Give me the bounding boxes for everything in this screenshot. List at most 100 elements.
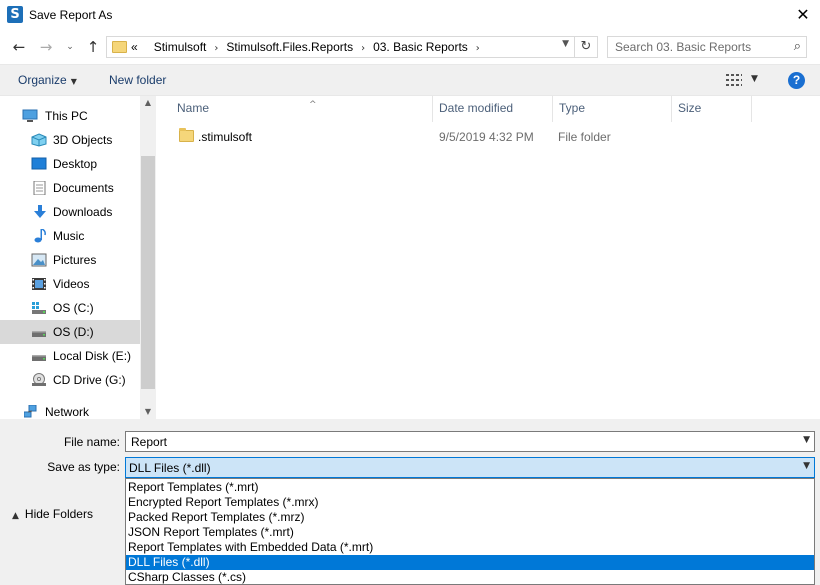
os-drive-icon [32, 302, 46, 314]
chevron-right-icon[interactable]: › [214, 43, 218, 54]
organize-label: Organize [18, 73, 67, 87]
refresh-button[interactable]: ↻ [575, 36, 598, 58]
forward-button[interactable]: → [35, 36, 57, 58]
help-button[interactable]: ? [788, 72, 805, 89]
sidebar-item-label: Downloads [53, 205, 113, 219]
file-list: Name ^ Date modified Type Size .stimulso… [158, 96, 820, 419]
savetype-dropdown-list: Report Templates (*.mrt) Encrypted Repor… [125, 478, 815, 585]
navigation-pane: This PC 3D Objects Desktop Documents Dow… [0, 96, 156, 419]
breadcrumb-item[interactable]: Stimulsoft [154, 40, 207, 54]
navigation-pane-scrollbar[interactable]: ▲ ▼ [140, 96, 156, 419]
dropdown-option-selected[interactable]: DLL Files (*.dll) [126, 555, 814, 570]
sidebar-item-label: Music [53, 229, 85, 243]
title-bar: S Save Report As ✕ [0, 0, 820, 30]
sidebar-item-label: Local Disk (E:) [53, 349, 132, 363]
file-date-modified: 9/5/2019 4:32 PM [439, 130, 534, 144]
sidebar-item-music[interactable]: Music [0, 224, 140, 248]
sidebar-item-label: Documents [53, 181, 114, 195]
sort-ascending-icon: ^ [309, 100, 317, 110]
back-button[interactable]: ← [8, 36, 30, 58]
chevron-down-icon[interactable]: ▼ [803, 461, 810, 471]
up-one-level-button[interactable]: ↑ [82, 36, 104, 58]
filename-value: Report [131, 435, 168, 449]
sidebar-item-label: Videos [53, 277, 90, 291]
sidebar-item-label: CD Drive (G:) [53, 373, 126, 387]
recent-locations-chevron-icon[interactable]: ⌄ [63, 36, 77, 58]
savetype-label: Save as type: [47, 460, 120, 474]
savetype-value: DLL Files (*.dll) [129, 461, 211, 475]
breadcrumb-item[interactable]: 03. Basic Reports [373, 40, 468, 54]
sidebar-item-label: Pictures [53, 253, 97, 267]
dropdown-option[interactable]: Report Templates (*.mrt) [126, 480, 814, 495]
column-header-type[interactable]: Type [553, 96, 672, 122]
sidebar-item-label: Network [45, 405, 90, 419]
window-title: Save Report As [29, 8, 113, 22]
filename-field[interactable]: Report ▼ [125, 431, 815, 452]
downloads-icon [34, 205, 46, 218]
sidebar-item-this-pc[interactable]: This PC [0, 104, 140, 128]
breadcrumb-overflow[interactable]: « [131, 40, 138, 54]
sidebar-item-3d-objects[interactable]: 3D Objects [0, 128, 140, 152]
sidebar-item-os-d[interactable]: OS (D:) [0, 320, 140, 344]
dropdown-option[interactable]: JSON Report Templates (*.mrt) [126, 525, 814, 540]
chevron-right-icon[interactable]: › [361, 43, 365, 54]
chevron-down-icon[interactable]: ▼ [803, 435, 810, 445]
pictures-icon [31, 253, 47, 267]
drive-icon [32, 355, 46, 361]
breadcrumb-item[interactable]: Stimulsoft.Files.Reports [226, 40, 353, 54]
sidebar-item-label: Desktop [53, 157, 98, 171]
dropdown-option[interactable]: CSharp Classes (*.cs) [126, 570, 814, 585]
3d-objects-icon [31, 133, 47, 147]
breadcrumb: « Stimulsoft › Stimulsoft.Files.Reports › 03.… [131, 40, 480, 54]
sidebar-item-label: 3D Objects [53, 133, 113, 147]
column-header-date-modified[interactable]: Date modified [433, 96, 553, 122]
pc-icon [22, 109, 38, 122]
close-button[interactable]: ✕ [786, 0, 820, 30]
dropdown-option[interactable]: Encrypted Report Templates (*.mrx) [126, 495, 814, 510]
scrollbar-thumb[interactable] [141, 156, 155, 389]
column-header-size[interactable]: Size [672, 96, 752, 122]
sidebar-item-label: OS (C:) [53, 301, 94, 315]
file-type: File folder [558, 130, 611, 144]
organize-button[interactable]: Organize ▼ [18, 73, 77, 87]
scroll-down-icon[interactable]: ▼ [140, 407, 156, 416]
sidebar-item-documents[interactable]: Documents [0, 176, 140, 200]
sidebar-item-os-c[interactable]: OS (C:) [0, 296, 140, 320]
documents-icon [33, 181, 46, 195]
search-input[interactable]: Search 03. Basic Reports ⌕ [607, 36, 807, 58]
videos-icon [32, 278, 46, 290]
sidebar-item-cd-drive-g[interactable]: CD Drive (G:) [0, 368, 140, 392]
filename-label: File name: [63, 435, 120, 449]
view-dropdown-icon[interactable]: ▼ [751, 74, 758, 84]
file-name: .stimulsoft [198, 130, 253, 144]
sidebar-item-desktop[interactable]: Desktop [0, 152, 140, 176]
sidebar-item-downloads[interactable]: Downloads [0, 200, 140, 224]
savetype-select[interactable]: DLL Files (*.dll) ▼ [125, 457, 815, 478]
address-bar[interactable]: « Stimulsoft › Stimulsoft.Files.Reports › 03.… [106, 36, 575, 58]
new-folder-button[interactable]: New folder [109, 73, 166, 87]
chevron-right-icon[interactable]: › [476, 43, 480, 54]
chevron-up-icon: ▲ [12, 511, 19, 521]
folder-icon [179, 128, 194, 142]
sidebar-item-label: OS (D:) [53, 325, 94, 339]
sidebar-item-label: This PC [45, 109, 88, 123]
search-placeholder: Search 03. Basic Reports [615, 40, 752, 54]
view-options-icon[interactable] [726, 73, 742, 87]
dropdown-option[interactable]: Packed Report Templates (*.mrz) [126, 510, 814, 525]
dropdown-option[interactable]: Report Templates with Embedded Data (*.m… [126, 540, 814, 555]
command-toolbar: Organize ▼ New folder ▼ ? [0, 64, 820, 96]
scroll-up-icon[interactable]: ▲ [140, 98, 156, 107]
drive-icon [32, 331, 46, 337]
sidebar-item-videos[interactable]: Videos [0, 272, 140, 296]
sidebar-item-local-disk-e[interactable]: Local Disk (E:) [0, 344, 140, 368]
hide-folders-label: Hide Folders [24, 507, 93, 521]
sidebar-item-pictures[interactable]: Pictures [0, 248, 140, 272]
chevron-down-icon: ▼ [70, 77, 77, 86]
search-icon[interactable]: ⌕ [794, 39, 801, 54]
address-dropdown-icon[interactable]: ▼ [562, 39, 569, 49]
column-header-label: Name [177, 101, 210, 115]
desktop-icon [31, 157, 47, 170]
column-header-name[interactable]: Name ^ [171, 96, 433, 122]
table-row[interactable]: .stimulsoft 9/5/2019 4:32 PM File folder [158, 126, 758, 148]
hide-folders-button[interactable]: ▲ Hide Folders [12, 507, 93, 521]
